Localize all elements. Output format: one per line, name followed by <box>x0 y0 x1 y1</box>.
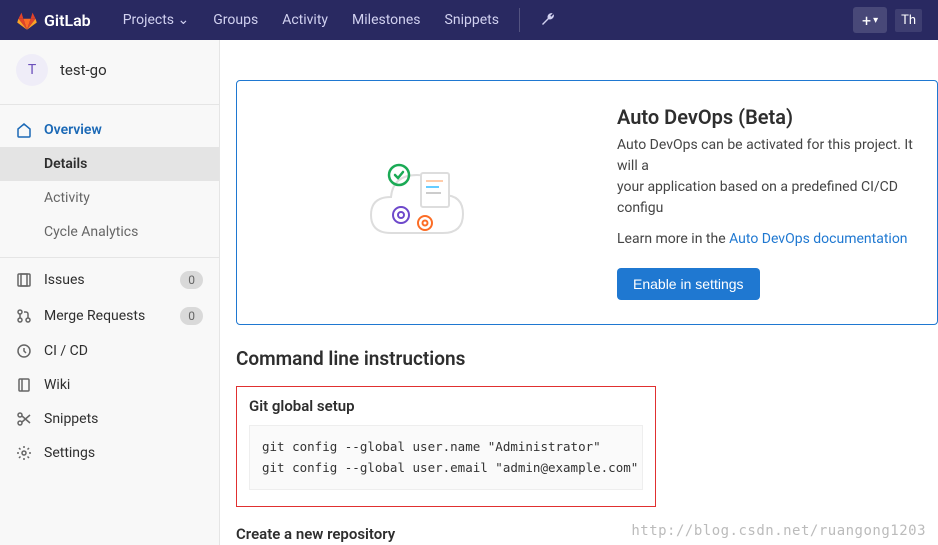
brand-logo[interactable]: GitLab <box>16 9 91 31</box>
devops-illustration <box>261 105 601 300</box>
gear-icon <box>16 445 32 461</box>
plus-icon: + <box>862 11 871 30</box>
command-line-section: Command line instructions Git global set… <box>236 347 938 545</box>
setup-code: git config --global user.name "Administr… <box>249 425 643 490</box>
devops-docs-link[interactable]: Auto DevOps documentation <box>729 231 907 247</box>
wrench-icon <box>540 12 556 28</box>
issues-count-badge: 0 <box>180 271 203 289</box>
home-icon <box>16 122 32 138</box>
project-avatar: T <box>16 54 48 86</box>
top-navbar: GitLab Projects ⌄ Groups Activity Milest… <box>0 0 938 40</box>
nav-projects[interactable]: Projects ⌄ <box>111 0 202 40</box>
nav-th[interactable]: Th <box>895 9 922 32</box>
sidebar-item-snippets[interactable]: Snippets <box>0 402 219 436</box>
sidebar-separator <box>0 104 219 105</box>
nav-admin-wrench[interactable] <box>528 0 568 40</box>
sidebar-label-settings: Settings <box>44 445 95 461</box>
brand-name: GitLab <box>44 11 91 30</box>
sidebar-label-issues: Issues <box>44 272 85 288</box>
sidebar-item-wiki[interactable]: Wiki <box>0 368 219 402</box>
enable-settings-button[interactable]: Enable in settings <box>617 268 760 300</box>
nav-activity[interactable]: Activity <box>270 0 340 40</box>
book-icon <box>16 377 32 393</box>
create-repo-section: Create a new repository git clone git@19… <box>236 525 938 545</box>
gitlab-logo-icon <box>16 9 38 31</box>
cmd-heading: Command line instructions <box>236 347 938 370</box>
nav-items: Projects ⌄ Groups Activity Milestones Sn… <box>111 0 568 40</box>
sidebar-item-cicd[interactable]: CI / CD <box>0 334 219 368</box>
sidebar-label-mr: Merge Requests <box>44 308 145 324</box>
sidebar-item-issues[interactable]: Issues 0 <box>0 262 219 298</box>
sidebar-label-overview: Overview <box>44 122 102 138</box>
auto-devops-panel: Auto DevOps (Beta) Auto DevOps can be ac… <box>236 80 938 325</box>
sidebar-label-wiki: Wiki <box>44 377 70 393</box>
sidebar: T test-go Overview Details Activity Cycl… <box>0 40 220 545</box>
sidebar-subitem-cycle-analytics[interactable]: Cycle Analytics <box>0 215 219 249</box>
new-menu-button[interactable]: +▾ <box>853 7 887 33</box>
chevron-down-icon: ⌄ <box>178 12 190 28</box>
devops-learn-more: Learn more in the Auto DevOps documentat… <box>617 229 913 250</box>
sidebar-item-merge-requests[interactable]: Merge Requests 0 <box>0 298 219 334</box>
repo-title: Create a new repository <box>236 525 938 543</box>
scissors-icon <box>16 411 32 427</box>
nav-snippets[interactable]: Snippets <box>433 0 511 40</box>
sidebar-item-overview[interactable]: Overview <box>0 113 219 147</box>
mr-count-badge: 0 <box>180 307 203 325</box>
nav-milestones[interactable]: Milestones <box>340 0 433 40</box>
project-header[interactable]: T test-go <box>0 40 219 100</box>
nav-separator <box>519 8 520 32</box>
setup-title: Git global setup <box>249 397 643 415</box>
sidebar-label-snippets: Snippets <box>44 411 98 427</box>
nav-groups[interactable]: Groups <box>201 0 270 40</box>
project-name: test-go <box>60 61 107 79</box>
devops-description: Auto DevOps can be activated for this pr… <box>617 135 913 219</box>
rocket-icon <box>16 343 32 359</box>
sidebar-subitem-details[interactable]: Details <box>0 147 219 181</box>
caret-down-icon: ▾ <box>873 15 878 26</box>
main-content: Auto DevOps (Beta) Auto DevOps can be ac… <box>220 40 938 545</box>
sidebar-separator <box>0 257 219 258</box>
git-global-setup-box: Git global setup git config --global use… <box>236 386 656 507</box>
merge-request-icon <box>16 308 32 324</box>
sidebar-label-cicd: CI / CD <box>44 343 88 359</box>
sidebar-item-settings[interactable]: Settings <box>0 436 219 470</box>
issues-icon <box>16 272 32 288</box>
nav-right: +▾ Th <box>853 7 922 33</box>
devops-title: Auto DevOps (Beta) <box>617 105 913 129</box>
sidebar-subitem-activity[interactable]: Activity <box>0 181 219 215</box>
